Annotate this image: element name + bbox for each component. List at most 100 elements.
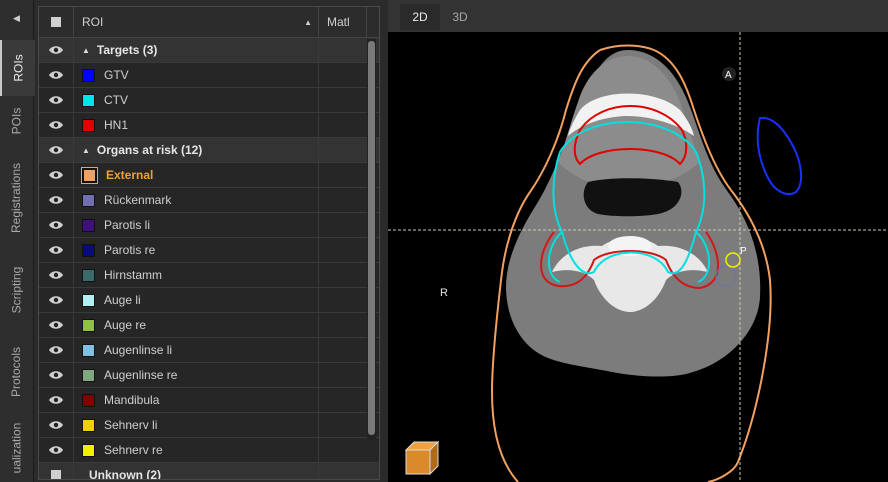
eye-icon[interactable] [39,388,73,412]
color-swatch[interactable] [82,443,95,457]
color-swatch[interactable] [82,118,95,132]
eye-icon[interactable] [39,288,73,312]
matl-cell [318,213,367,237]
roi-group-label: Organs at risk (12) [96,143,203,157]
eye-icon[interactable] [39,163,73,187]
roi-name-cell: Rückenmark [73,188,318,212]
eye-icon[interactable] [39,313,73,337]
eye-icon[interactable] [39,438,73,462]
collapse-panel-button[interactable]: ◀ [0,0,33,36]
tab-scripting[interactable]: Scripting [0,250,33,330]
roi-column-header[interactable]: ROI ▲ [74,7,319,37]
roi-row[interactable]: Augenlinse re [39,363,379,388]
roi-row[interactable]: HN1 [39,113,379,138]
color-swatch[interactable] [82,343,95,357]
roi-row[interactable]: Sehnerv li [39,413,379,438]
eye-icon[interactable] [39,38,73,62]
color-swatch[interactable] [82,68,95,82]
roi-name-cell: Sehnerv li [73,413,318,437]
roi-name: Auge re [104,318,147,332]
eye-icon[interactable] [39,88,73,112]
tab-pois[interactable]: POIs [0,96,33,146]
tab-rois[interactable]: ROIs [0,40,35,96]
tab-registrations[interactable]: Registrations [0,146,33,250]
color-swatch[interactable] [82,368,95,382]
roi-name-cell: Augenlinse li [73,338,318,362]
color-swatch[interactable] [82,418,95,432]
roi-name-cell: Sehnerv re [73,438,318,462]
roi-group-row[interactable]: ▲ Organs at risk (12) [39,138,379,163]
eye-icon[interactable] [39,113,73,137]
roi-group-row[interactable]: ▲ Targets (3) [39,38,379,63]
ct-slice-view[interactable]: P A [388,32,888,482]
eye-icon[interactable] [39,138,73,162]
roi-name-cell: External [73,163,318,187]
roi-row[interactable]: Parotis li [39,213,379,238]
eye-icon[interactable] [39,188,73,212]
roi-name: Augenlinse li [104,343,173,357]
roi-group-cell: Unknown (2) [73,463,318,479]
eye-icon[interactable] [39,238,73,262]
roi-name: External [106,168,154,182]
matl-cell [318,238,367,262]
roi-name-cell: Mandibula [73,388,318,412]
scrollbar-thumb[interactable] [368,41,375,435]
roi-name-cell: Parotis li [73,213,318,237]
roi-row[interactable]: Auge re [39,313,379,338]
roi-group-row[interactable]: Unknown (2) [39,463,379,479]
matl-cell [318,113,367,137]
roi-row[interactable]: Mandibula [39,388,379,413]
tab-protocols[interactable]: Protocols [0,330,33,414]
roi-name: CTV [104,93,128,107]
roi-name: GTV [104,68,129,82]
roi-row[interactable]: Hirnstamm [39,263,379,288]
eye-icon[interactable] [39,263,73,287]
expand-triangle-icon[interactable]: ▲ [82,146,90,155]
roi-row[interactable]: Parotis re [39,238,379,263]
color-swatch[interactable] [82,167,97,183]
expand-triangle-icon[interactable]: ▲ [82,46,90,55]
roi-row[interactable]: Augenlinse li [39,338,379,363]
color-swatch[interactable] [82,293,95,307]
roi-row[interactable]: Rückenmark [39,188,379,213]
roi-row[interactable]: External [39,163,379,188]
sort-ascending-icon: ▲ [304,17,312,27]
color-swatch[interactable] [82,218,95,232]
matl-cell [318,463,367,479]
eye-icon[interactable] [39,338,73,362]
roi-table-scrollbar[interactable] [367,39,376,439]
tab-2d[interactable]: 2D [400,4,440,30]
matl-cell [318,338,367,362]
roi-table-body: ▲ Targets (3) GTV CTV HN1 ▲ Organs at risk (12… [39,38,379,479]
color-swatch[interactable] [82,268,95,282]
matl-cell [318,163,367,187]
eye-icon[interactable] [39,363,73,387]
select-all-checkbox[interactable] [39,7,74,37]
tab-3d[interactable]: 3D [440,4,480,30]
roi-name: Sehnerv li [104,418,158,432]
roi-row[interactable]: CTV [39,88,379,113]
roi-name: Parotis re [104,243,156,257]
roi-name: HN1 [104,118,129,132]
orientation-cube-icon[interactable] [404,440,440,476]
matl-column-header[interactable]: Matl [319,7,367,37]
color-swatch[interactable] [82,318,95,332]
color-swatch[interactable] [82,393,95,407]
roi-name: Parotis li [104,218,151,232]
color-swatch[interactable] [82,93,95,107]
roi-row[interactable]: Auge li [39,288,379,313]
roi-group-label: Targets (3) [96,43,158,57]
color-swatch[interactable] [82,243,95,257]
roi-row[interactable]: GTV [39,63,379,88]
checkbox-icon[interactable] [39,463,73,479]
roi-row[interactable]: Sehnerv re [39,438,379,463]
tab-visualization[interactable]: ualization [0,414,33,482]
eye-icon[interactable] [39,413,73,437]
eye-icon[interactable] [39,63,73,87]
viewer-tab-bar: 2D 3D [388,0,888,32]
matl-cell [318,413,367,437]
color-swatch[interactable] [82,193,95,207]
eye-icon[interactable] [39,213,73,237]
roi-group-cell: ▲ Organs at risk (12) [73,138,318,162]
roi-name: Rückenmark [104,193,172,207]
